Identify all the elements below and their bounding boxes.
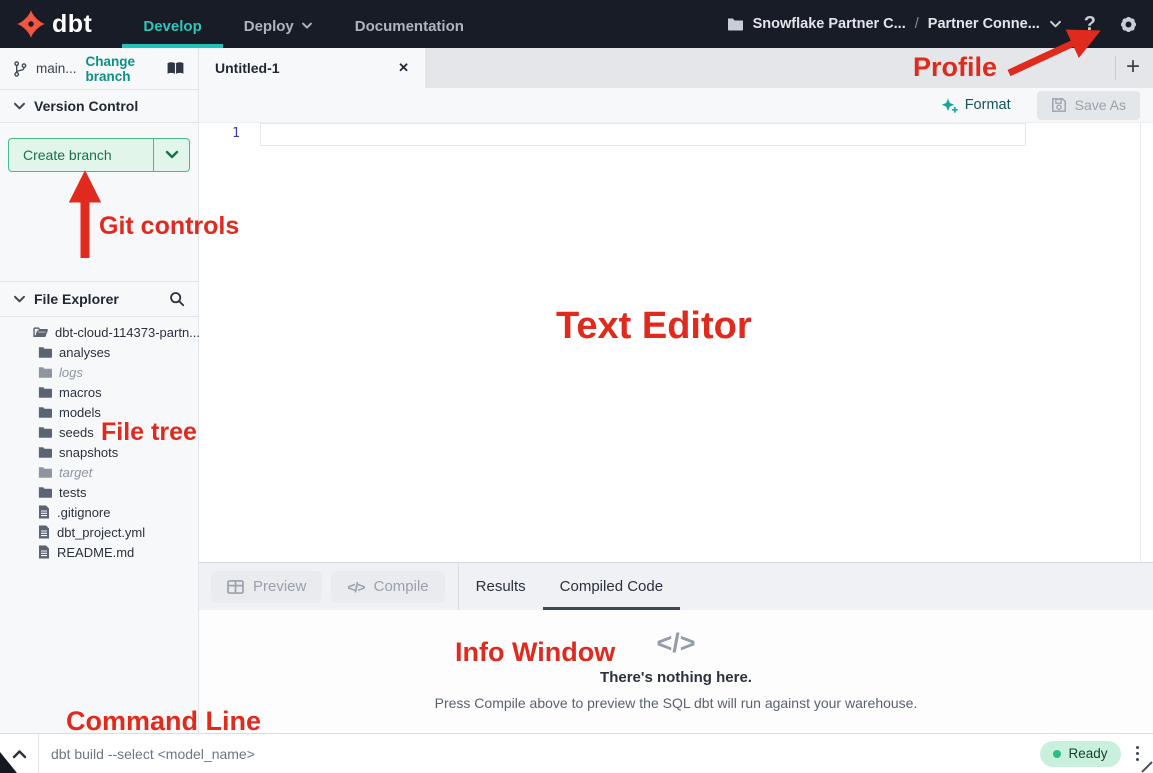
tree-item-tests[interactable]: tests — [0, 482, 198, 502]
empty-state-title: There's nothing here. — [600, 669, 752, 686]
current-branch: main... — [36, 61, 77, 76]
branch-bar: main... Change branch — [0, 48, 198, 90]
tree-item-project-root[interactable]: dbt-cloud-114373-partn... — [0, 322, 198, 342]
panel-empty-state: </> There's nothing here. Press Compile … — [199, 610, 1153, 733]
save-as-button[interactable]: Save As — [1037, 91, 1140, 120]
file-icon — [38, 545, 50, 559]
file-explorer-title: File Explorer — [34, 291, 119, 307]
chevron-down-icon — [301, 22, 313, 30]
docs-book-icon[interactable] — [166, 61, 185, 77]
create-branch-label[interactable]: Create branch — [8, 138, 153, 172]
editor-ruler — [1140, 123, 1141, 562]
folder-icon — [38, 406, 52, 418]
compile-label: Compile — [374, 578, 429, 595]
tree-item-target[interactable]: target — [0, 462, 198, 482]
tab-results[interactable]: Results — [459, 563, 543, 610]
info-window: Preview </> Compile Results Compiled Cod… — [199, 562, 1153, 733]
tree-item-dbt-project-yml[interactable]: dbt_project.yml — [0, 522, 198, 542]
tree-item-macros[interactable]: macros — [0, 382, 198, 402]
compile-button[interactable]: </> Compile — [331, 571, 444, 603]
file-icon — [38, 525, 50, 539]
version-control-title: Version Control — [34, 98, 138, 114]
format-button[interactable]: Format — [941, 97, 1011, 114]
active-line-highlight[interactable] — [260, 123, 1026, 146]
folder-icon — [38, 466, 52, 478]
tab-compiled-code[interactable]: Compiled Code — [543, 563, 680, 610]
table-icon — [227, 580, 244, 594]
main-nav: Develop Deploy Documentation — [122, 0, 485, 48]
nav-documentation[interactable]: Documentation — [334, 0, 485, 48]
folder-open-icon — [33, 326, 48, 338]
tree-item-gitignore[interactable]: .gitignore — [0, 502, 198, 522]
preview-label: Preview — [253, 578, 306, 595]
folder-icon — [38, 426, 52, 438]
sidebar: main... Change branch Version Control Cr… — [0, 48, 199, 733]
project-name: Partner Conne... — [928, 16, 1040, 32]
save-as-label: Save As — [1075, 97, 1126, 113]
new-tab-button[interactable]: + — [1118, 52, 1148, 82]
close-icon[interactable]: ✕ — [398, 60, 409, 76]
folder-icon — [38, 366, 52, 378]
folder-icon — [727, 17, 744, 31]
file-tree: dbt-cloud-114373-partn... analyses logs … — [0, 322, 198, 562]
project-selector[interactable]: Snowflake Partner C... / Partner Conne..… — [727, 16, 1062, 32]
line-number: 1 — [224, 126, 240, 141]
text-editor[interactable]: 1 — [199, 123, 1153, 562]
panel-header: Preview </> Compile Results Compiled Cod… — [199, 563, 1153, 610]
logo-text: dbt — [52, 10, 92, 39]
dbt-logo[interactable]: dbt — [0, 9, 92, 39]
format-label: Format — [965, 97, 1011, 113]
sparkle-icon — [941, 97, 958, 114]
tree-item-models[interactable]: models — [0, 402, 198, 422]
dbt-cloud-ide: dbt Develop Deploy Documentation Snowfla… — [0, 0, 1153, 773]
change-branch-link[interactable]: Change branch — [86, 54, 157, 84]
breadcrumb-separator: / — [915, 16, 919, 32]
file-explorer-header[interactable]: File Explorer — [0, 281, 198, 317]
tree-item-snapshots[interactable]: snapshots — [0, 442, 198, 462]
kebab-menu-icon[interactable] — [1136, 746, 1140, 762]
preview-button[interactable]: Preview — [211, 571, 322, 603]
folder-icon — [38, 386, 52, 398]
save-icon — [1051, 97, 1067, 113]
chevron-down-icon — [13, 295, 26, 304]
folder-icon — [38, 446, 52, 458]
editor-tab-strip: Untitled-1 ✕ + — [199, 48, 1153, 88]
status-dot-icon — [1053, 750, 1061, 758]
search-icon[interactable] — [169, 291, 185, 307]
create-branch-button[interactable]: Create branch — [8, 138, 190, 172]
status-badge: Ready — [1040, 741, 1120, 767]
tab-title: Untitled-1 — [215, 60, 280, 76]
empty-state-description: Press Compile above to preview the SQL d… — [435, 695, 918, 711]
code-icon: </> — [347, 579, 364, 595]
gear-icon[interactable] — [1118, 14, 1139, 35]
folder-icon — [38, 346, 52, 358]
chevron-down-icon — [1049, 20, 1062, 29]
command-line-bar: Ready — [0, 733, 1153, 773]
help-icon[interactable]: ? — [1084, 13, 1096, 36]
folder-icon — [38, 486, 52, 498]
status-label: Ready — [1068, 746, 1107, 761]
version-control-header[interactable]: Version Control — [0, 90, 198, 123]
tree-item-readme[interactable]: README.md — [0, 542, 198, 562]
nav-develop[interactable]: Develop — [122, 0, 222, 48]
command-input[interactable] — [39, 734, 1040, 773]
create-branch-dropdown[interactable] — [153, 138, 190, 172]
account-name: Snowflake Partner C... — [753, 16, 906, 32]
chevron-down-icon — [13, 102, 26, 111]
top-header: dbt Develop Deploy Documentation Snowfla… — [0, 0, 1153, 48]
tree-item-seeds[interactable]: seeds — [0, 422, 198, 442]
editor-toolbar: Format Save As — [199, 88, 1153, 123]
code-icon: </> — [656, 628, 695, 659]
tab-untitled-1[interactable]: Untitled-1 ✕ — [199, 48, 425, 88]
nav-deploy[interactable]: Deploy — [223, 0, 334, 48]
tree-item-logs[interactable]: logs — [0, 362, 198, 382]
chevron-up-icon[interactable] — [0, 734, 38, 773]
dbt-logo-icon — [16, 9, 46, 39]
file-icon — [38, 505, 50, 519]
header-right: Snowflake Partner C... / Partner Conne..… — [727, 13, 1153, 36]
tab-strip-divider — [1115, 56, 1116, 80]
tree-item-analyses[interactable]: analyses — [0, 342, 198, 362]
git-branch-icon — [13, 61, 27, 77]
